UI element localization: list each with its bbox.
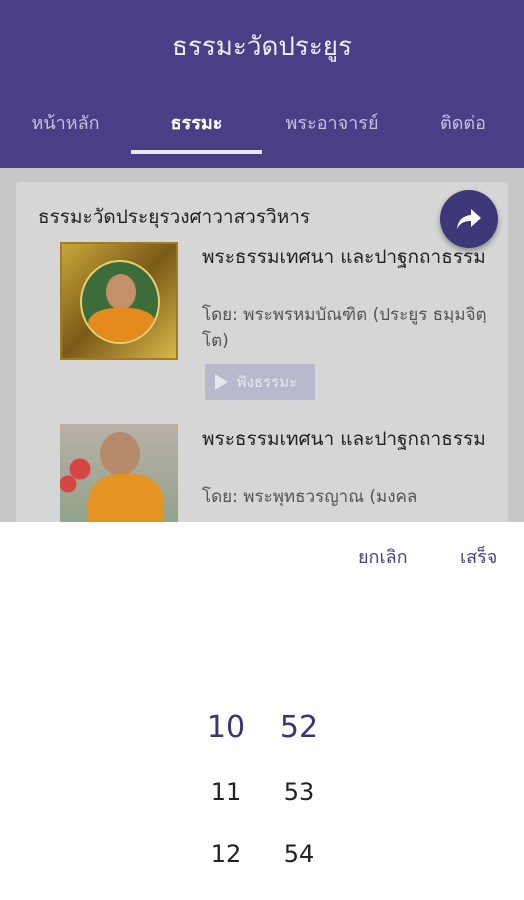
listen-button-label: ฟังธรรมะ [236,373,298,391]
item-author-2: โดย: พระพุทธวรญาณ (มงคล [202,487,418,507]
listen-button[interactable]: ฟังธรรมะ [205,364,315,400]
share-icon [457,209,481,229]
portrait-frame [80,260,160,344]
item-title[interactable]: พระธรรมเทศนา และปาฐกถาธรรม [202,244,498,271]
section-title: ธรรมะวัดประยุรวงศาวาสวรวิหาร [38,206,311,228]
minute-option[interactable]: 54 [269,840,329,868]
app-header: ธรรมะวัดประยูร หน้าหลัก ธรรมะ พระอาจารย์… [0,0,524,168]
hour-option-selected[interactable]: 10 [196,710,256,745]
done-button[interactable]: เสร็จ [460,542,497,571]
monk-portrait-image[interactable] [60,242,178,360]
play-icon [215,374,228,390]
monk-portrait-image-2[interactable] [60,424,178,522]
tab-dhamma[interactable]: ธรรมะ [131,100,262,156]
item-title-2[interactable]: พระธรรมเทศนา และปาฐกถาธรรม [202,426,498,453]
hour-option[interactable]: 12 [196,840,256,868]
tab-home[interactable]: หน้าหลัก [0,100,131,156]
tab-indicator [131,150,262,154]
time-picker: ยกเลิก เสร็จ 10 11 12 52 53 54 [0,522,524,900]
dhamma-card: ธรรมะวัดประยุรวงศาวาสวรวิหาร พระธรรมเทศน… [16,182,508,522]
minute-option[interactable]: 53 [269,778,329,806]
share-button[interactable] [440,190,498,248]
item-author: โดย: พระพรหมบัณฑิต (ประยูร ธมฺมจิตฺโต) [202,305,487,351]
tab-teachers[interactable]: พระอาจารย์ [262,100,402,156]
cancel-button[interactable]: ยกเลิก [358,542,408,571]
minute-option-selected[interactable]: 52 [269,710,329,745]
tab-contact[interactable]: ติดต่อ [402,100,524,156]
app-title: ธรรมะวัดประยูร [171,32,353,62]
hour-option[interactable]: 11 [196,778,256,806]
tab-bar: หน้าหลัก ธรรมะ พระอาจารย์ ติดต่อ [0,100,524,160]
